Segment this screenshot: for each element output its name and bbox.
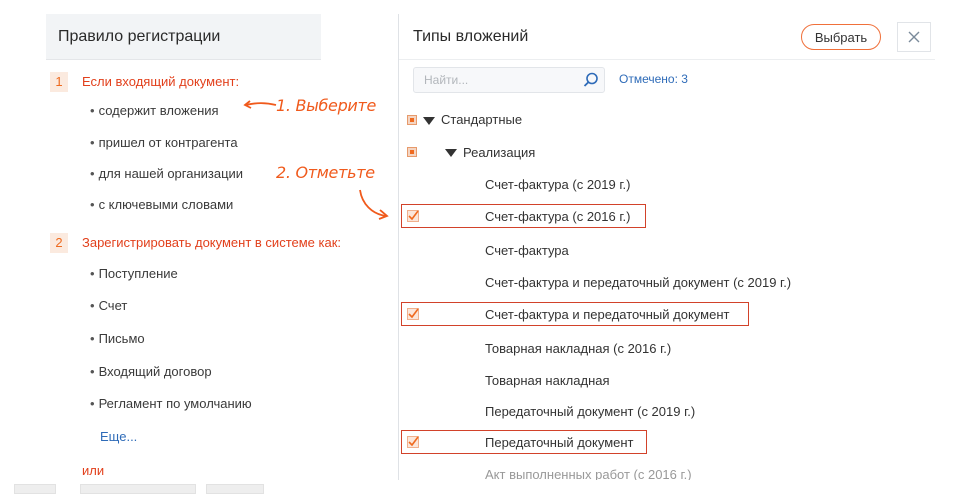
arrow-icon — [359, 189, 389, 220]
triangle-down-icon[interactable] — [445, 149, 457, 157]
close-icon — [908, 31, 920, 43]
tree-item[interactable]: Передаточный документ (с 2019 г.) — [485, 404, 695, 419]
checked-count: Отмечено: 3 — [619, 72, 688, 86]
select-button[interactable]: Выбрать — [801, 24, 881, 50]
checkmark-icon[interactable] — [407, 210, 419, 222]
doc-type-item[interactable]: • Поступление — [90, 266, 178, 281]
condition-item[interactable]: • для нашей организации — [90, 166, 243, 181]
doc-type-item[interactable]: • Регламент по умолчанию — [90, 396, 252, 411]
annotation-mark: 2. Отметьте — [276, 163, 375, 182]
condition-item[interactable]: • содержит вложения — [90, 103, 219, 118]
condition-item[interactable]: • с ключевыми словами — [90, 197, 233, 212]
bottom-chip — [206, 484, 264, 494]
tree-group-label[interactable]: Стандартные — [441, 112, 522, 127]
condition-item[interactable]: • пришел от контрагента — [90, 135, 238, 150]
left-panel-header: Правило регистрации — [46, 14, 321, 60]
tree-item[interactable]: Счет-фактура и передаточный документ (с … — [485, 275, 791, 290]
right-panel-header: Типы вложений Выбрать — [399, 14, 935, 60]
or-label: или — [82, 463, 105, 478]
doc-type-item[interactable]: • Письмо — [90, 331, 145, 346]
registration-rule-panel: Правило регистрации 1 Если входящий доку… — [46, 14, 398, 480]
partial-check-icon[interactable] — [407, 115, 417, 125]
doc-type-item[interactable]: • Счет — [90, 298, 127, 313]
search-input[interactable] — [422, 71, 572, 89]
search-box[interactable] — [413, 67, 605, 93]
bottom-chip — [14, 484, 56, 494]
checkmark-icon[interactable] — [407, 308, 419, 320]
arrow-icon — [243, 100, 277, 109]
attachment-types-panel: Типы вложений Выбрать Отмечено: 3 Станда… — [399, 14, 935, 482]
step-2-number: 2 — [50, 233, 68, 253]
right-panel-title: Типы вложений — [413, 28, 529, 45]
tree-item[interactable]: Счет-фактура — [485, 243, 569, 258]
tree-item[interactable]: Счет-фактура и передаточный документ — [485, 307, 729, 322]
search-icon[interactable] — [582, 71, 600, 89]
tree-item[interactable]: Передаточный документ — [485, 435, 634, 450]
more-link[interactable]: Еще... — [100, 429, 137, 444]
tree-subgroup-label[interactable]: Реализация — [463, 145, 535, 160]
tree-item[interactable]: Товарная накладная — [485, 373, 610, 388]
bottom-chip — [80, 484, 196, 494]
checkmark-icon[interactable] — [407, 436, 419, 448]
close-button[interactable] — [897, 22, 931, 52]
triangle-down-icon[interactable] — [423, 117, 435, 125]
partial-check-icon[interactable] — [407, 147, 417, 157]
tree-item[interactable]: Товарная накладная (с 2016 г.) — [485, 341, 671, 356]
step-1-number: 1 — [50, 72, 68, 92]
doc-type-item[interactable]: • Входящий договор — [90, 364, 212, 379]
tree-item[interactable]: Счет-фактура (с 2016 г.) — [485, 209, 630, 224]
tree-item[interactable]: Счет-фактура (с 2019 г.) — [485, 177, 630, 192]
annotation-choose: 1. Выберите — [276, 96, 377, 115]
step-2-title[interactable]: Зарегистрировать документ в системе как: — [82, 235, 341, 250]
left-panel-title: Правило регистрации — [58, 28, 221, 45]
step-1-title[interactable]: Если входящий документ: — [82, 74, 239, 89]
